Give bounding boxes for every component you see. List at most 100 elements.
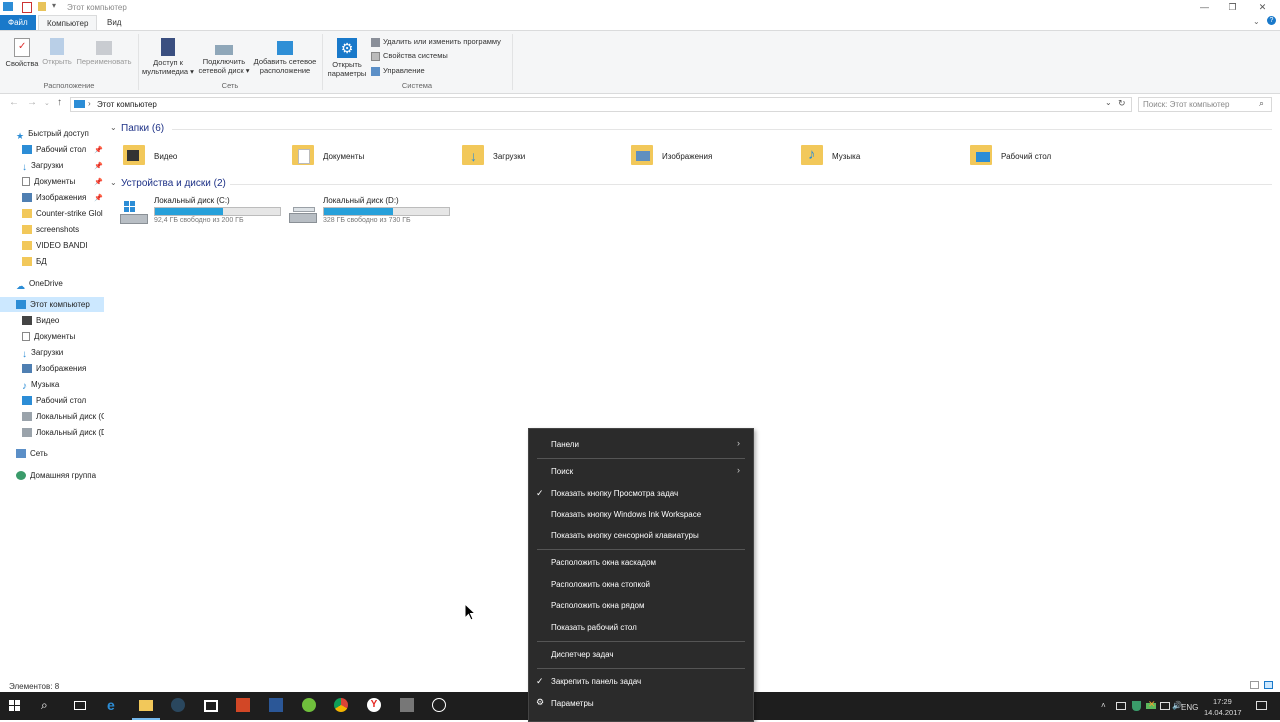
media-access-button[interactable]: Доступ к мультимедиа ▾ xyxy=(140,35,196,76)
nav-quick-item[interactable]: Документы xyxy=(22,175,94,189)
utorrent-icon[interactable] xyxy=(302,698,316,712)
steam-icon[interactable] xyxy=(171,698,185,712)
drive-item[interactable]: Локальный диск (D:) 328 ГБ свободно из 7… xyxy=(287,195,452,229)
tiles-view-icon[interactable] xyxy=(1264,681,1273,689)
tab-file[interactable]: Файл xyxy=(0,15,36,30)
nav-pc-item[interactable]: Изображения xyxy=(22,362,104,376)
address-bar[interactable]: › Этот компьютер ⌄ ↻ xyxy=(70,97,1132,112)
nav-pc-item[interactable]: ♪ Музыка xyxy=(22,378,104,392)
action-center-icon[interactable] xyxy=(1116,702,1126,710)
ribbon-expand-icon[interactable]: ⌄ xyxy=(1253,17,1260,26)
nav-quick-item[interactable]: screenshots xyxy=(22,223,104,237)
nav-quick-item[interactable]: Counter-strike Glol xyxy=(22,207,104,221)
nav-this-pc[interactable]: Этот компьютер xyxy=(16,298,90,312)
word-icon[interactable] xyxy=(269,698,283,712)
app-icon[interactable] xyxy=(3,2,13,11)
notifications-icon[interactable] xyxy=(1256,701,1267,710)
shield-icon[interactable] xyxy=(1132,701,1141,711)
nav-quick-item[interactable]: ↓ Загрузки xyxy=(22,159,94,173)
system-properties-button[interactable]: Свойства системы xyxy=(371,49,448,62)
clock-time[interactable]: 17:29 xyxy=(1213,697,1232,706)
bandicam-icon[interactable] xyxy=(400,698,414,712)
quick-access-dropdown-icon[interactable]: ▾ xyxy=(52,1,56,10)
quick-properties-icon[interactable] xyxy=(22,2,32,13)
menu-item-ink-workspace-button[interactable]: Показать кнопку Windows Ink Workspace xyxy=(551,510,701,519)
clock-date[interactable]: 14.04.2017 xyxy=(1204,708,1242,717)
address-dropdown-icon[interactable]: ⌄ xyxy=(1105,98,1112,107)
menu-item-touch-keyboard-button[interactable]: Показать кнопку сенсорной клавиатуры xyxy=(551,531,699,540)
nav-pc-item[interactable]: ↓ Загрузки xyxy=(22,346,104,360)
breadcrumb[interactable]: Этот компьютер xyxy=(97,100,157,109)
pin-icon[interactable]: 📌 xyxy=(94,178,103,186)
clock-app-icon[interactable] xyxy=(432,698,446,712)
menu-item-task-view-button[interactable]: Показать кнопку Просмотра задач xyxy=(551,489,678,498)
input-language[interactable]: ENG xyxy=(1181,703,1198,712)
task-view-icon[interactable] xyxy=(74,701,86,710)
help-icon[interactable]: ? xyxy=(1267,16,1276,25)
drive-item[interactable]: Локальный диск (C:) 92,4 ГБ свободно из … xyxy=(118,195,283,229)
edge-icon[interactable]: e xyxy=(107,698,121,712)
breadcrumb-chevron-icon[interactable]: › xyxy=(88,99,91,108)
close-button[interactable]: ✕ xyxy=(1246,0,1279,15)
menu-item-toolbars[interactable]: Панели xyxy=(551,440,579,449)
search-icon[interactable]: ⌕ xyxy=(1259,98,1264,109)
tab-view[interactable]: Вид xyxy=(99,15,129,30)
details-view-icon[interactable] xyxy=(1250,681,1259,689)
drives-group-header[interactable]: Устройства и диски (2) xyxy=(121,178,226,189)
file-explorer-icon[interactable] xyxy=(139,700,153,711)
nav-quick-access[interactable]: ★ Быстрый доступ xyxy=(16,127,89,141)
pin-icon[interactable]: 📌 xyxy=(94,162,103,170)
nav-pc-item[interactable]: Локальный диск (C xyxy=(22,410,104,424)
group-collapse-icon[interactable]: ⌄ xyxy=(110,123,117,132)
open-settings-button[interactable]: ⚙ Открыть параметры xyxy=(324,35,370,78)
network-tray-icon[interactable] xyxy=(1160,702,1170,710)
store-icon[interactable] xyxy=(204,700,218,712)
nav-pc-item[interactable]: Видео xyxy=(22,314,104,328)
back-arrow-icon[interactable]: ← xyxy=(9,97,19,108)
nav-homegroup[interactable]: Домашняя группа xyxy=(16,469,96,483)
pin-icon[interactable]: 📌 xyxy=(94,194,103,202)
start-windows-icon[interactable] xyxy=(9,700,21,712)
menu-item-lock-taskbar[interactable]: Закрепить панель задач xyxy=(551,677,641,686)
folder-item[interactable]: Документы xyxy=(292,143,452,169)
menu-item-show-desktop[interactable]: Показать рабочий стол xyxy=(551,623,637,632)
chrome-icon[interactable] xyxy=(334,698,348,712)
tab-computer[interactable]: Компьютер xyxy=(38,15,98,30)
properties-button[interactable]: ✓ Свойства xyxy=(4,35,40,68)
maximize-button[interactable]: ❐ xyxy=(1216,0,1249,15)
group-collapse-icon[interactable]: ⌄ xyxy=(110,178,117,187)
nav-quick-item[interactable]: Рабочий стол xyxy=(22,143,94,157)
management-button[interactable]: Управление xyxy=(371,64,425,77)
menu-item-search[interactable]: Поиск xyxy=(551,467,573,476)
folder-item[interactable]: ♪ Музыка xyxy=(801,143,961,169)
forward-arrow-icon[interactable]: → xyxy=(27,97,37,108)
menu-item-task-manager[interactable]: Диспетчер задач xyxy=(551,650,614,659)
folder-item[interactable]: Рабочий стол xyxy=(970,143,1130,169)
menu-item-settings[interactable]: Параметры xyxy=(551,699,594,708)
nav-pc-item[interactable]: Документы xyxy=(22,330,104,344)
recent-dropdown-icon[interactable]: ⌄ xyxy=(44,99,50,107)
nav-quick-item[interactable]: Изображения xyxy=(22,191,94,205)
nav-quick-item[interactable]: БД xyxy=(22,255,104,269)
antivirus-icon[interactable]: ✕ xyxy=(1148,699,1156,710)
menu-item-cascade-windows[interactable]: Расположить окна каскадом xyxy=(551,558,656,567)
up-arrow-icon[interactable]: ↑ xyxy=(57,97,62,108)
nav-pc-item[interactable]: Рабочий стол xyxy=(22,394,104,408)
add-network-location-button[interactable]: Добавить сетевое расположение xyxy=(252,35,318,75)
nav-onedrive[interactable]: ☁ OneDrive xyxy=(16,277,63,291)
rename-button[interactable]: Переименовать xyxy=(74,35,134,66)
powerpoint-icon[interactable] xyxy=(236,698,250,712)
folders-group-header[interactable]: Папки (6) xyxy=(121,123,164,134)
yandex-browser-icon[interactable]: Y xyxy=(367,698,381,712)
pin-icon[interactable]: 📌 xyxy=(94,146,103,154)
tray-expand-icon[interactable]: ˄ xyxy=(1101,701,1106,710)
folder-item[interactable]: ↓ Загрузки xyxy=(462,143,622,169)
search-icon[interactable]: ⌕ xyxy=(41,698,48,713)
nav-network[interactable]: Сеть xyxy=(16,447,48,461)
menu-item-stack-windows[interactable]: Расположить окна стопкой xyxy=(551,580,650,589)
folder-item[interactable]: Изображения xyxy=(631,143,791,169)
uninstall-program-button[interactable]: Удалить или изменить программу xyxy=(371,35,501,48)
quick-newfolder-icon[interactable] xyxy=(38,2,46,11)
menu-item-side-by-side[interactable]: Расположить окна рядом xyxy=(551,601,644,610)
nav-pc-item[interactable]: Локальный диск (D xyxy=(22,426,104,440)
